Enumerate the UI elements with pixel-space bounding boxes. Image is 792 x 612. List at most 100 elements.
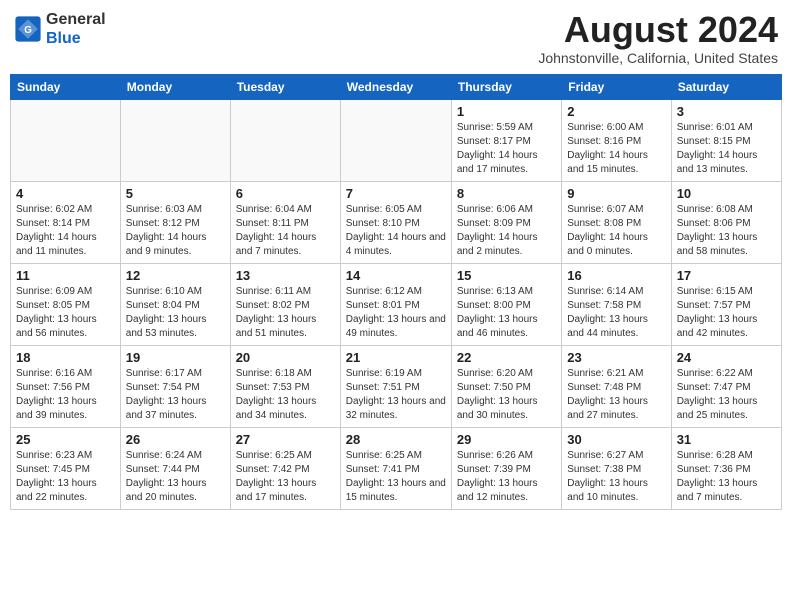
month-title: August 2024 xyxy=(538,10,778,50)
calendar-cell: 30Sunrise: 6:27 AMSunset: 7:38 PMDayligh… xyxy=(562,427,671,509)
day-info: Sunrise: 6:20 AMSunset: 7:50 PMDaylight:… xyxy=(457,367,556,423)
calendar-cell: 26 Sunrise: 6:24 AMSunset: 7:44 PMDayligh… xyxy=(120,427,230,509)
day-number: 29 xyxy=(457,432,556,447)
logo-icon: G xyxy=(14,15,42,43)
weekday-header-thursday: Thursday xyxy=(451,74,561,99)
calendar-cell: 31Sunrise: 6:28 AMSunset: 7:36 PMDayligh… xyxy=(671,427,781,509)
day-number: 4 xyxy=(16,186,115,201)
calendar-cell: 13 Sunrise: 6:11 AMSunset: 8:02 PMDayligh… xyxy=(230,263,340,345)
calendar-cell xyxy=(11,99,121,181)
day-number: 22 xyxy=(457,350,556,365)
location: Johnstonville, California, United States xyxy=(538,50,778,66)
day-info: Sunrise: 6:15 AMSunset: 7:57 PMDaylight:… xyxy=(677,285,776,341)
weekday-header-saturday: Saturday xyxy=(671,74,781,99)
day-number: 24 xyxy=(677,350,776,365)
day-number: 8 xyxy=(457,186,556,201)
day-info: Sunrise: 6:13 AMSunset: 8:00 PMDaylight:… xyxy=(457,285,556,341)
day-info: Sunrise: 6:06 AMSunset: 8:09 PMDaylight:… xyxy=(457,203,556,259)
weekday-header-sunday: Sunday xyxy=(11,74,121,99)
calendar-cell: 3 Sunrise: 6:01 AMSunset: 8:15 PMDaylight… xyxy=(671,99,781,181)
day-info: Sunrise: 6:16 AMSunset: 7:56 PMDaylight:… xyxy=(16,367,115,423)
day-number: 18 xyxy=(16,350,115,365)
calendar-cell: 20 Sunrise: 6:18 AMSunset: 7:53 PMDayligh… xyxy=(230,345,340,427)
day-number: 31 xyxy=(677,432,776,447)
svg-text:G: G xyxy=(24,25,32,36)
calendar-cell: 6 Sunrise: 6:04 AMSunset: 8:11 PMDaylight… xyxy=(230,181,340,263)
day-info: Sunrise: 6:22 AMSunset: 7:47 PMDaylight:… xyxy=(677,367,776,423)
day-number: 27 xyxy=(236,432,335,447)
day-info: Sunrise: 6:00 AMSunset: 8:16 PMDaylight:… xyxy=(567,121,665,177)
day-info: Sunrise: 6:04 AMSunset: 8:11 PMDaylight:… xyxy=(236,203,335,259)
calendar-cell: 25 Sunrise: 6:23 AMSunset: 7:45 PMDayligh… xyxy=(11,427,121,509)
day-number: 10 xyxy=(677,186,776,201)
day-info: Sunrise: 6:17 AMSunset: 7:54 PMDaylight:… xyxy=(126,367,225,423)
day-number: 20 xyxy=(236,350,335,365)
calendar-cell: 14 Sunrise: 6:12 AMSunset: 8:01 PMDayligh… xyxy=(340,263,451,345)
day-info: Sunrise: 6:18 AMSunset: 7:53 PMDaylight:… xyxy=(236,367,335,423)
weekday-header-friday: Friday xyxy=(562,74,671,99)
calendar-week-5: 25 Sunrise: 6:23 AMSunset: 7:45 PMDayligh… xyxy=(11,427,782,509)
calendar-cell: 15Sunrise: 6:13 AMSunset: 8:00 PMDayligh… xyxy=(451,263,561,345)
calendar-cell: 12 Sunrise: 6:10 AMSunset: 8:04 PMDayligh… xyxy=(120,263,230,345)
day-number: 28 xyxy=(346,432,446,447)
day-info: Sunrise: 6:07 AMSunset: 8:08 PMDaylight:… xyxy=(567,203,665,259)
calendar-cell: 9Sunrise: 6:07 AMSunset: 8:08 PMDaylight… xyxy=(562,181,671,263)
day-info: Sunrise: 6:05 AMSunset: 8:10 PMDaylight:… xyxy=(346,203,446,259)
day-info: Sunrise: 6:08 AMSunset: 8:06 PMDaylight:… xyxy=(677,203,776,259)
calendar-cell: 5Sunrise: 6:03 AMSunset: 8:12 PMDaylight… xyxy=(120,181,230,263)
day-info: Sunrise: 6:25 AMSunset: 7:41 PMDaylight:… xyxy=(346,449,446,505)
weekday-header-monday: Monday xyxy=(120,74,230,99)
calendar-cell: 16Sunrise: 6:14 AMSunset: 7:58 PMDayligh… xyxy=(562,263,671,345)
day-number: 14 xyxy=(346,268,446,283)
day-info: Sunrise: 6:26 AMSunset: 7:39 PMDaylight:… xyxy=(457,449,556,505)
day-number: 23 xyxy=(567,350,665,365)
logo-text: General Blue xyxy=(46,10,106,48)
day-number: 26 xyxy=(126,432,225,447)
calendar-cell: 22 Sunrise: 6:20 AMSunset: 7:50 PMDayligh… xyxy=(451,345,561,427)
calendar-cell: 11Sunrise: 6:09 AMSunset: 8:05 PMDayligh… xyxy=(11,263,121,345)
day-info: Sunrise: 6:24 AMSunset: 7:44 PMDaylight:… xyxy=(126,449,225,505)
calendar-cell: 7 Sunrise: 6:05 AMSunset: 8:10 PMDaylight… xyxy=(340,181,451,263)
calendar-cell: 24 Sunrise: 6:22 AMSunset: 7:47 PMDayligh… xyxy=(671,345,781,427)
day-info: Sunrise: 6:14 AMSunset: 7:58 PMDaylight:… xyxy=(567,285,665,341)
calendar-cell: 1Sunrise: 5:59 AMSunset: 8:17 PMDaylight… xyxy=(451,99,561,181)
calendar-cell: 8 Sunrise: 6:06 AMSunset: 8:09 PMDaylight… xyxy=(451,181,561,263)
day-info: Sunrise: 6:21 AMSunset: 7:48 PMDaylight:… xyxy=(567,367,665,423)
day-number: 5 xyxy=(126,186,225,201)
day-info: Sunrise: 6:12 AMSunset: 8:01 PMDaylight:… xyxy=(346,285,446,341)
day-info: Sunrise: 6:25 AMSunset: 7:42 PMDaylight:… xyxy=(236,449,335,505)
day-number: 7 xyxy=(346,186,446,201)
day-number: 17 xyxy=(677,268,776,283)
day-number: 6 xyxy=(236,186,335,201)
day-number: 13 xyxy=(236,268,335,283)
day-info: Sunrise: 6:19 AMSunset: 7:51 PMDaylight:… xyxy=(346,367,446,423)
calendar-week-1: 1Sunrise: 5:59 AMSunset: 8:17 PMDaylight… xyxy=(11,99,782,181)
day-info: Sunrise: 6:11 AMSunset: 8:02 PMDaylight:… xyxy=(236,285,335,341)
day-info: Sunrise: 6:02 AMSunset: 8:14 PMDaylight:… xyxy=(16,203,115,259)
day-number: 21 xyxy=(346,350,446,365)
calendar-table: SundayMondayTuesdayWednesdayThursdayFrid… xyxy=(10,74,782,510)
day-number: 3 xyxy=(677,104,776,119)
calendar-cell: 27 Sunrise: 6:25 AMSunset: 7:42 PMDayligh… xyxy=(230,427,340,509)
day-number: 25 xyxy=(16,432,115,447)
calendar-week-2: 4 Sunrise: 6:02 AMSunset: 8:14 PMDaylight… xyxy=(11,181,782,263)
day-info: Sunrise: 6:09 AMSunset: 8:05 PMDaylight:… xyxy=(16,285,115,341)
calendar-cell: 18 Sunrise: 6:16 AMSunset: 7:56 PMDayligh… xyxy=(11,345,121,427)
calendar-cell: 29 Sunrise: 6:26 AMSunset: 7:39 PMDayligh… xyxy=(451,427,561,509)
weekday-header-tuesday: Tuesday xyxy=(230,74,340,99)
weekday-header-row: SundayMondayTuesdayWednesdayThursdayFrid… xyxy=(11,74,782,99)
calendar-cell: 19Sunrise: 6:17 AMSunset: 7:54 PMDayligh… xyxy=(120,345,230,427)
calendar-cell: 28 Sunrise: 6:25 AMSunset: 7:41 PMDayligh… xyxy=(340,427,451,509)
calendar-week-4: 18 Sunrise: 6:16 AMSunset: 7:56 PMDayligh… xyxy=(11,345,782,427)
day-info: Sunrise: 6:10 AMSunset: 8:04 PMDaylight:… xyxy=(126,285,225,341)
day-info: Sunrise: 6:01 AMSunset: 8:15 PMDaylight:… xyxy=(677,121,776,177)
day-info: Sunrise: 6:23 AMSunset: 7:45 PMDaylight:… xyxy=(16,449,115,505)
day-number: 2 xyxy=(567,104,665,119)
calendar-cell: 21 Sunrise: 6:19 AMSunset: 7:51 PMDayligh… xyxy=(340,345,451,427)
calendar-cell: 23 Sunrise: 6:21 AMSunset: 7:48 PMDayligh… xyxy=(562,345,671,427)
calendar-cell: 10 Sunrise: 6:08 AMSunset: 8:06 PMDayligh… xyxy=(671,181,781,263)
day-number: 1 xyxy=(457,104,556,119)
calendar-cell: 17 Sunrise: 6:15 AMSunset: 7:57 PMDayligh… xyxy=(671,263,781,345)
day-number: 12 xyxy=(126,268,225,283)
calendar-cell: 2 Sunrise: 6:00 AMSunset: 8:16 PMDaylight… xyxy=(562,99,671,181)
